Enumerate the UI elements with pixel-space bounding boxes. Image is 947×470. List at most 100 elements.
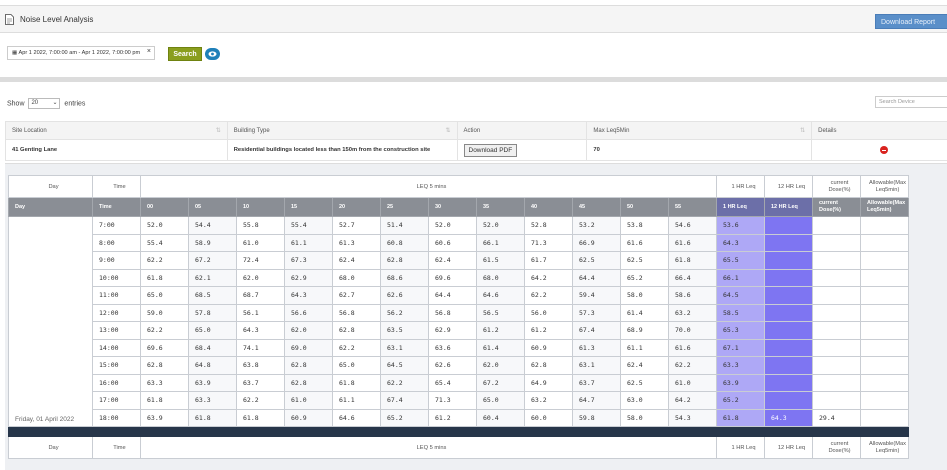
search-device-input[interactable]: Search Device	[875, 96, 947, 108]
leq-value-cell: 58.6	[668, 286, 717, 305]
collapse-icon[interactable]	[879, 146, 888, 154]
leq-value-cell: 64.2	[524, 268, 573, 287]
sort-icon: ⇅	[800, 128, 806, 134]
one-hr-leq-cell: 61.8	[716, 408, 765, 427]
twelve-hr-leq-cell	[764, 303, 813, 322]
leq-value-cell: 61.8	[668, 251, 717, 270]
dose-cell	[812, 373, 861, 392]
header-minute: 45	[572, 197, 621, 217]
divider-cell	[284, 426, 333, 437]
allowable-cell	[860, 233, 909, 252]
twelve-hr-leq-cell	[764, 356, 813, 375]
leq-value-cell: 64.6	[476, 286, 525, 305]
date-range-input[interactable]: ▦ Apr 1 2022, 7:00:00 am - Apr 1 2022, 7…	[7, 46, 155, 60]
col-max-leq[interactable]: Max Leq5Min ⇅	[586, 121, 813, 140]
one-hr-leq-cell: 65.2	[716, 391, 765, 410]
leq-value-cell: 62.8	[332, 321, 381, 340]
table-row: 41 Genting Lane Residential buildings lo…	[5, 139, 947, 161]
entries-label: entries	[64, 100, 86, 108]
header-minute: 30	[428, 197, 477, 217]
leq-value-cell: 62.9	[428, 321, 477, 340]
leq-value-cell: 53.2	[572, 216, 621, 235]
divider-cell	[668, 426, 717, 437]
leq-value-cell: 56.5	[476, 303, 525, 322]
leq-value-cell: 62.2	[140, 251, 189, 270]
dose-cell	[812, 268, 861, 287]
max-leq-cell: 70	[586, 139, 813, 161]
col-action[interactable]: Action	[456, 121, 588, 140]
download-pdf-button[interactable]: Download PDF	[463, 143, 518, 157]
header-minute: 35	[476, 197, 525, 217]
leq-value-cell: 64.3	[284, 286, 333, 305]
time-cell: 17:00	[92, 391, 141, 410]
allowable-cell	[860, 216, 909, 235]
header-day: Day	[8, 436, 93, 459]
search-button[interactable]: Search	[168, 47, 202, 61]
leq-value-cell: 71.3	[524, 233, 573, 252]
section-divider	[0, 77, 947, 82]
divider-cell	[716, 426, 765, 437]
time-cell: 7:00	[92, 216, 141, 235]
col-building-type[interactable]: Building Type ⇅	[226, 121, 458, 140]
header-1hr: 1 HR Leq	[716, 175, 765, 198]
leq-value-cell: 67.2	[188, 251, 237, 270]
one-hr-leq-cell: 65.3	[716, 321, 765, 340]
time-cell: 14:00	[92, 338, 141, 357]
leq-value-cell: 62.0	[476, 356, 525, 375]
download-report-button[interactable]: Download Report	[875, 14, 947, 29]
leq-value-cell: 51.4	[380, 216, 429, 235]
leq-value-cell: 56.1	[236, 303, 285, 322]
header-dose: current Dose(%)	[812, 175, 861, 198]
header-day: Day	[8, 175, 93, 198]
leq-value-cell: 60.9	[524, 338, 573, 357]
leq-value-cell: 64.5	[380, 356, 429, 375]
one-hr-leq-cell: 66.1	[716, 268, 765, 287]
table-row: 17:00 61.8 63.3 62.2 61.0 61.1 67.4 71.3 65.0 63.…	[9, 391, 909, 410]
twelve-hr-leq-cell	[764, 233, 813, 252]
header-minute: 40	[524, 197, 573, 217]
leq-value-cell: 67.4	[380, 391, 429, 410]
leq-value-cell: 62.2	[524, 286, 573, 305]
twelve-hr-leq-cell	[764, 391, 813, 410]
show-entries-control: Show 20 ⌄ entries	[7, 98, 85, 109]
leq-value-cell: 61.1	[620, 338, 669, 357]
leq-value-cell: 60.4	[476, 408, 525, 427]
leq-value-cell: 55.8	[236, 216, 285, 235]
col-site-location[interactable]: Site Location ⇅	[5, 121, 228, 140]
leq-value-cell: 61.3	[572, 338, 621, 357]
leq-value-cell: 63.2	[524, 391, 573, 410]
allowable-cell	[860, 303, 909, 322]
header-minute: 15	[284, 197, 333, 217]
leq-value-cell: 68.5	[188, 286, 237, 305]
leq-value-cell: 63.9	[188, 373, 237, 392]
view-toggle-button[interactable]	[205, 48, 220, 60]
header-time: Time	[92, 197, 141, 217]
leq-value-cell: 58.9	[188, 233, 237, 252]
divider-cell	[620, 426, 669, 437]
leq-value-cell: 62.4	[428, 251, 477, 270]
entries-select[interactable]: 20 ⌄	[28, 98, 61, 109]
divider-cell	[140, 426, 189, 437]
time-cell: 16:00	[92, 373, 141, 392]
divider-cell	[764, 426, 813, 437]
leq-value-cell: 61.6	[620, 233, 669, 252]
allowable-cell	[860, 338, 909, 357]
table-row: 15:00 62.8 64.8 63.8 62.8 65.0 64.5 62.6 62.0 62.…	[9, 356, 909, 375]
leq-value-cell: 64.4	[428, 286, 477, 305]
table-row: 16:00 63.3 63.9 63.7 62.8 61.8 62.2 65.4 67.2 64.…	[9, 373, 909, 392]
leq-value-cell: 66.9	[572, 233, 621, 252]
leq-value-cell: 63.0	[620, 391, 669, 410]
clear-icon[interactable]: ×	[147, 46, 151, 58]
header-12hr: 12 HR Leq	[764, 436, 813, 459]
site-location-cell: 41 Genting Lane	[5, 139, 228, 161]
table-row: 11:00 65.0 68.5 68.7 64.3 62.7 62.6 64.4 64.6 62.…	[9, 286, 909, 305]
col-details[interactable]: Details	[811, 121, 947, 140]
leq-value-cell: 52.0	[428, 216, 477, 235]
leq-value-cell: 52.0	[140, 216, 189, 235]
allowable-cell	[860, 286, 909, 305]
leq-value-cell: 62.8	[140, 356, 189, 375]
leq-value-cell: 64.9	[524, 373, 573, 392]
leq-value-cell: 61.5	[476, 251, 525, 270]
allowable-cell	[860, 268, 909, 287]
one-hr-leq-cell: 58.5	[716, 303, 765, 322]
